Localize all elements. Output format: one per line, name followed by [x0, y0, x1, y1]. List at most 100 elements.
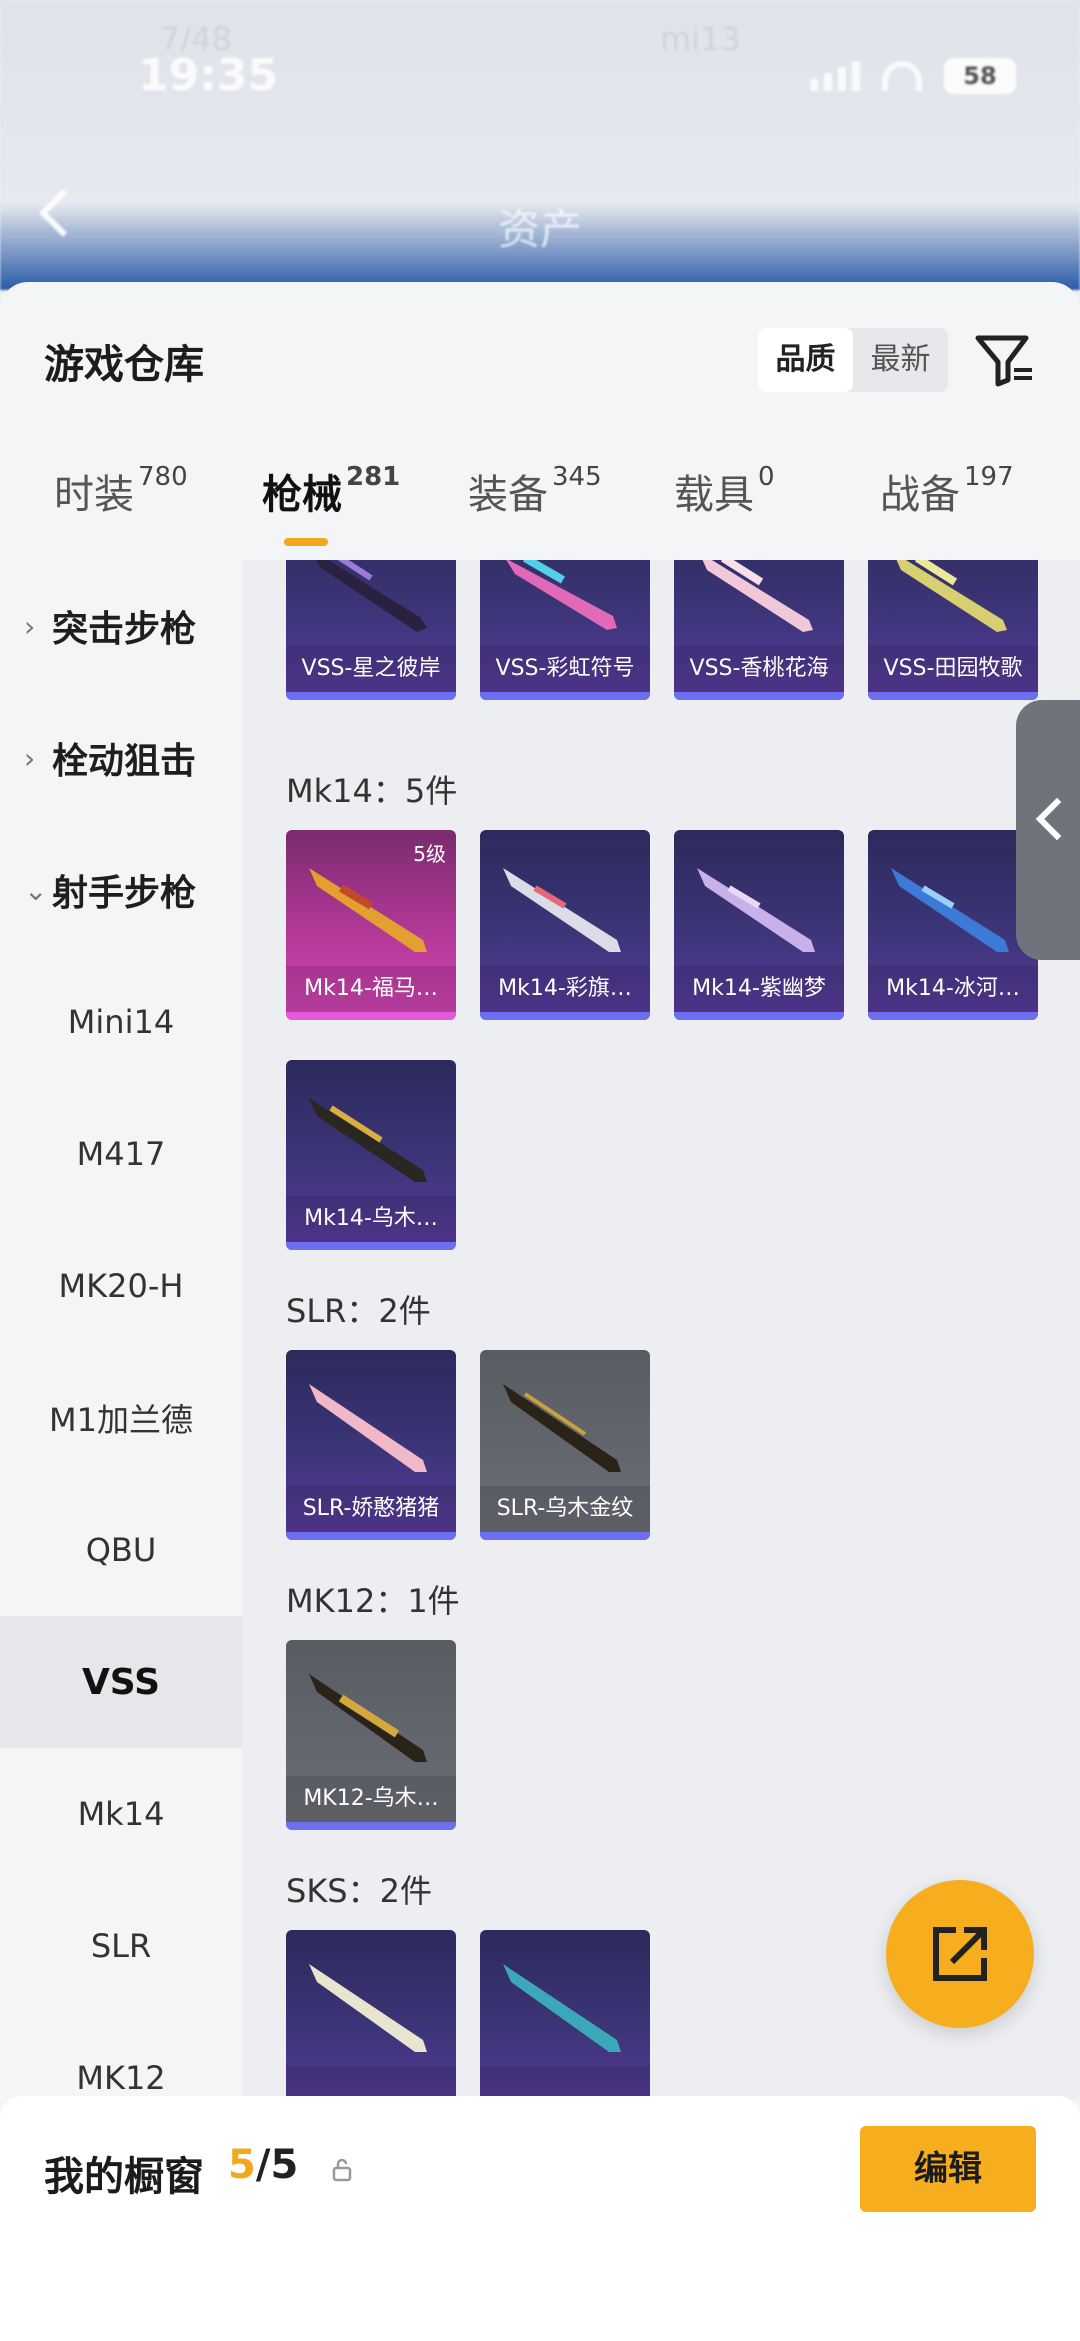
weapon-name: VSS-田园牧歌: [868, 646, 1038, 692]
weapon-card[interactable]: Mk14-乌木…: [286, 1060, 456, 1250]
tab-count: 197: [964, 462, 1014, 492]
weapon-name: Mk14-紫幽梦: [674, 966, 844, 1012]
weapon-card[interactable]: Mk14-紫幽梦: [674, 830, 844, 1020]
tab-label: 时装: [54, 472, 134, 518]
status-blurred-name: mi13: [660, 20, 741, 58]
weapon-card[interactable]: Mk14-冰河…: [868, 830, 1038, 1020]
card-rarity-bar: [286, 692, 456, 700]
card-rarity-bar: [674, 692, 844, 700]
card-rarity-bar: [480, 1532, 650, 1540]
showcase-current: 5: [228, 2142, 256, 2188]
weapon-card[interactable]: [480, 1930, 650, 2100]
sidebar-group-label: 射手步枪: [52, 873, 197, 914]
tab-vehicles[interactable]: 载具 0: [674, 462, 775, 520]
card-rarity-bar: [286, 1012, 456, 1020]
filter-icon[interactable]: [974, 332, 1034, 388]
sort-toggle: 品质 最新: [758, 328, 948, 392]
sidebar-item-slr[interactable]: SLR: [0, 1880, 242, 2012]
edit-button[interactable]: 编辑: [860, 2126, 1036, 2212]
weapon-card[interactable]: Mk14-彩旗…: [480, 830, 650, 1020]
share-fab-button[interactable]: [886, 1880, 1034, 2028]
tab-count: 281: [346, 462, 401, 492]
sidebar-group-label: 栓动狙击: [52, 741, 197, 782]
weapon-name: VSS-彩虹符号: [480, 646, 650, 692]
gun-icon: [316, 560, 427, 632]
showcase-total: /5: [255, 2142, 299, 2188]
sidebar-item-m1-garand[interactable]: M1加兰德: [0, 1352, 242, 1484]
section-label-slr: SLR：2件: [286, 1292, 431, 1330]
gun-icon: [309, 868, 427, 952]
card-rarity-bar: [286, 1822, 456, 1830]
tab-label: 装备: [468, 472, 548, 518]
weapon-card[interactable]: 5级 Mk14-福马…: [286, 830, 456, 1020]
gun-icon: [309, 1964, 427, 2052]
card-rarity-bar: [286, 1532, 456, 1540]
weapon-card[interactable]: SLR-乌木金纹: [480, 1350, 650, 1540]
sidebar-item-mk20h[interactable]: MK20-H: [0, 1220, 242, 1352]
weapon-name: Mk14-福马…: [286, 966, 456, 1012]
sort-quality-button[interactable]: 品质: [758, 328, 853, 392]
weapon-name: SLR-乌木金纹: [480, 1486, 650, 1532]
header-title: 资产: [497, 205, 582, 254]
gun-icon: [702, 560, 813, 632]
chevron-right-icon: ›: [24, 741, 36, 775]
tab-guns[interactable]: 枪械 281: [262, 462, 400, 520]
gun-icon: [896, 560, 1007, 632]
sidebar-item-mk14[interactable]: Mk14: [0, 1748, 242, 1880]
gun-icon: [503, 1964, 621, 2052]
sidebar-item-m417[interactable]: M417: [0, 1088, 242, 1220]
sidebar-item-qbu[interactable]: QBU: [0, 1484, 242, 1616]
section-label-mk14: Mk14：5件: [286, 772, 458, 810]
sheet-title: 游戏仓库: [44, 342, 204, 388]
weapon-card[interactable]: VSS-星之彼岸: [286, 560, 456, 700]
gun-icon: [891, 868, 1009, 952]
weapon-name: MK12-乌木…: [286, 1776, 456, 1822]
active-tab-indicator: [284, 538, 328, 546]
weapon-name: SLR-娇憨猪猪: [286, 1486, 456, 1532]
lock-icon: [332, 2158, 352, 2182]
gun-icon: [309, 1384, 427, 1472]
tab-label: 载具: [674, 472, 754, 518]
sidebar-group-assault-rifle[interactable]: › 突击步枪: [0, 560, 242, 692]
weapon-name: Mk14-冰河…: [868, 966, 1038, 1012]
weapon-card[interactable]: SLR-娇憨猪猪: [286, 1350, 456, 1540]
battery-icon: 58: [944, 58, 1016, 94]
weapon-card[interactable]: MK12-乌木…: [286, 1640, 456, 1830]
card-rarity-bar: [674, 1012, 844, 1020]
sidebar-group-dmr[interactable]: ⌄ 射手步枪: [0, 824, 242, 956]
tab-count: 345: [552, 462, 602, 492]
weapon-card[interactable]: VSS-香桃花海: [674, 560, 844, 700]
chevron-down-icon: ⌄: [24, 873, 48, 907]
weapon-card[interactable]: [286, 1930, 456, 2100]
wifi-icon: [882, 61, 922, 91]
gun-icon: [503, 868, 621, 952]
sort-newest-button[interactable]: 最新: [853, 328, 948, 392]
weapon-card[interactable]: VSS-田园牧歌: [868, 560, 1038, 700]
weapon-type-sidebar: › 突击步枪 › 栓动狙击 ⌄ 射手步枪 Mini14 M417 MK20-H …: [0, 560, 242, 2100]
showcase-panel: 我的橱窗 5/5 编辑: [0, 2096, 1080, 2341]
sidebar-group-label: 突击步枪: [52, 609, 197, 650]
card-rarity-bar: [480, 692, 650, 700]
sidebar-group-bolt-sniper[interactable]: › 栓动狙击: [0, 692, 242, 824]
showcase-count: 5/5: [228, 2142, 298, 2188]
tab-label: 战备: [880, 472, 960, 518]
tab-count: 0: [758, 462, 775, 492]
weapon-name: [286, 2066, 456, 2100]
chevron-left-icon: [1035, 797, 1079, 841]
weapon-grid: VSS-星之彼岸 VSS-彩虹符号 VSS-香桃花海 VSS-田园牧歌 Mk14…: [242, 560, 1080, 2100]
weapon-card[interactable]: VSS-彩虹符号: [480, 560, 650, 700]
section-label-mk12: MK12：1件: [286, 1582, 460, 1620]
status-blurred-text: 7/48: [160, 20, 232, 58]
sidebar-item-vss[interactable]: VSS: [0, 1616, 242, 1748]
tab-equipment[interactable]: 装备 345: [468, 462, 602, 520]
status-bar: 19:35 7/48 mi13 58 资产: [0, 0, 1080, 290]
gun-icon: [309, 1674, 427, 1762]
tab-fashion[interactable]: 时装 780: [54, 462, 188, 520]
share-icon: [933, 1927, 987, 1981]
tab-supplies[interactable]: 战备 197: [880, 462, 1014, 520]
side-drawer-handle[interactable]: [1016, 700, 1080, 960]
section-label-sks: SKS：2件: [286, 1872, 432, 1910]
sidebar-item-mini14[interactable]: Mini14: [0, 956, 242, 1088]
card-rarity-bar: [286, 1242, 456, 1250]
weapon-name: Mk14-乌木…: [286, 1196, 456, 1242]
